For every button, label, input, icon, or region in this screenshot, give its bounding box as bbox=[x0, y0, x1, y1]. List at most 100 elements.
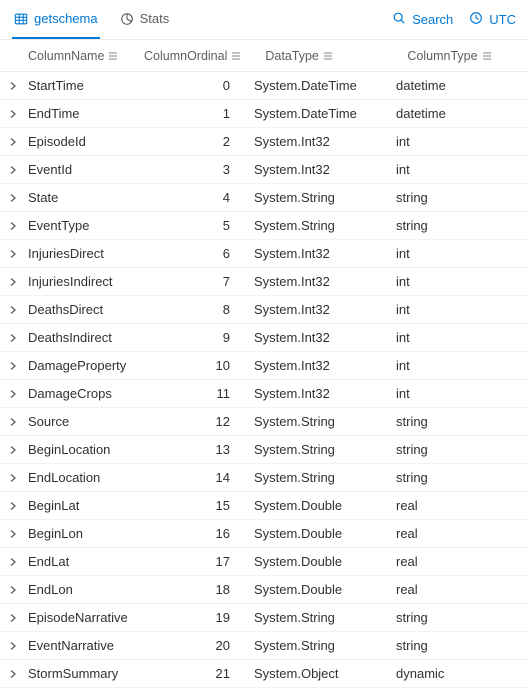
cell-datatype: System.Double bbox=[252, 498, 394, 513]
cell-datatype: System.String bbox=[252, 470, 394, 485]
cell-columnname: DamageCrops bbox=[26, 386, 142, 401]
tab-stats[interactable]: Stats bbox=[118, 0, 172, 39]
table-row[interactable]: DamageCrops11System.Int32int bbox=[0, 380, 528, 408]
column-menu-icon bbox=[108, 51, 118, 61]
cell-columntype: dynamic bbox=[394, 666, 528, 681]
toolbar-right: Search UTC bbox=[392, 11, 516, 28]
expand-row-icon[interactable] bbox=[0, 585, 26, 595]
cell-datatype: System.Int32 bbox=[252, 386, 394, 401]
expand-row-icon[interactable] bbox=[0, 137, 26, 147]
search-action[interactable]: Search bbox=[392, 11, 453, 28]
table-row[interactable]: EventNarrative20System.Stringstring bbox=[0, 632, 528, 660]
cell-datatype: System.String bbox=[252, 610, 394, 625]
cell-columnname: EndTime bbox=[26, 106, 142, 121]
expand-row-icon[interactable] bbox=[0, 305, 26, 315]
cell-columntype: string bbox=[394, 218, 528, 233]
cell-datatype: System.Int32 bbox=[252, 134, 394, 149]
cell-datatype: System.String bbox=[252, 190, 394, 205]
cell-columntype: string bbox=[394, 190, 528, 205]
cell-columnordinal: 2 bbox=[142, 134, 252, 149]
cell-columnordinal: 8 bbox=[142, 302, 252, 317]
table-row[interactable]: BeginLat15System.Doublereal bbox=[0, 492, 528, 520]
table-header-row: ColumnName ColumnOrdinal DataType Column… bbox=[0, 40, 528, 72]
expand-row-icon[interactable] bbox=[0, 529, 26, 539]
expand-row-icon[interactable] bbox=[0, 641, 26, 651]
table-row[interactable]: EndTime1System.DateTimedatetime bbox=[0, 100, 528, 128]
cell-columntype: string bbox=[394, 638, 528, 653]
header-columnordinal-label: ColumnOrdinal bbox=[144, 49, 227, 63]
table-row[interactable]: BeginLon16System.Doublereal bbox=[0, 520, 528, 548]
cell-columnname: EventId bbox=[26, 162, 142, 177]
cell-columnname: State bbox=[26, 190, 142, 205]
cell-columntype: datetime bbox=[394, 106, 528, 121]
expand-row-icon[interactable] bbox=[0, 193, 26, 203]
header-columnname[interactable]: ColumnName bbox=[26, 49, 142, 63]
table-row[interactable]: EndLocation14System.Stringstring bbox=[0, 464, 528, 492]
cell-datatype: System.Int32 bbox=[252, 358, 394, 373]
cell-columnordinal: 12 bbox=[142, 414, 252, 429]
cell-columnname: BeginLocation bbox=[26, 442, 142, 457]
expand-row-icon[interactable] bbox=[0, 361, 26, 371]
expand-row-icon[interactable] bbox=[0, 165, 26, 175]
cell-columnordinal: 16 bbox=[142, 526, 252, 541]
search-label: Search bbox=[412, 12, 453, 27]
header-datatype[interactable]: DataType bbox=[263, 49, 405, 63]
table-row[interactable]: Source12System.Stringstring bbox=[0, 408, 528, 436]
table-row[interactable]: InjuriesIndirect7System.Int32int bbox=[0, 268, 528, 296]
expand-row-icon[interactable] bbox=[0, 277, 26, 287]
cell-columnname: BeginLon bbox=[26, 526, 142, 541]
expand-row-icon[interactable] bbox=[0, 417, 26, 427]
cell-columnordinal: 4 bbox=[142, 190, 252, 205]
cell-columntype: real bbox=[394, 554, 528, 569]
expand-row-icon[interactable] bbox=[0, 473, 26, 483]
expand-row-icon[interactable] bbox=[0, 613, 26, 623]
cell-columntype: real bbox=[394, 526, 528, 541]
expand-row-icon[interactable] bbox=[0, 81, 26, 91]
header-columnname-label: ColumnName bbox=[28, 49, 104, 63]
table-row[interactable]: EventType5System.Stringstring bbox=[0, 212, 528, 240]
cell-columnname: StormSummary bbox=[26, 666, 142, 681]
cell-datatype: System.Double bbox=[252, 554, 394, 569]
table-row[interactable]: EndLon18System.Doublereal bbox=[0, 576, 528, 604]
expand-row-icon[interactable] bbox=[0, 501, 26, 511]
expand-row-icon[interactable] bbox=[0, 557, 26, 567]
table-row[interactable]: BeginLocation13System.Stringstring bbox=[0, 436, 528, 464]
expand-row-icon[interactable] bbox=[0, 669, 26, 679]
header-columntype[interactable]: ColumnType bbox=[405, 49, 528, 63]
cell-columnname: EventNarrative bbox=[26, 638, 142, 653]
cell-datatype: System.DateTime bbox=[252, 78, 394, 93]
cell-columnname: EpisodeNarrative bbox=[26, 610, 142, 625]
table-row[interactable]: DeathsIndirect9System.Int32int bbox=[0, 324, 528, 352]
expand-row-icon[interactable] bbox=[0, 333, 26, 343]
table-row[interactable]: EventId3System.Int32int bbox=[0, 156, 528, 184]
tab-getschema[interactable]: getschema bbox=[12, 0, 100, 39]
table-row[interactable]: EpisodeNarrative19System.Stringstring bbox=[0, 604, 528, 632]
expand-row-icon[interactable] bbox=[0, 249, 26, 259]
cell-columntype: datetime bbox=[394, 78, 528, 93]
table-row[interactable]: EndLat17System.Doublereal bbox=[0, 548, 528, 576]
header-columnordinal[interactable]: ColumnOrdinal bbox=[142, 49, 245, 63]
table-row[interactable]: State4System.Stringstring bbox=[0, 184, 528, 212]
table-row[interactable]: DeathsDirect8System.Int32int bbox=[0, 296, 528, 324]
cell-columntype: int bbox=[394, 274, 528, 289]
table-row[interactable]: InjuriesDirect6System.Int32int bbox=[0, 240, 528, 268]
timezone-action[interactable]: UTC bbox=[469, 11, 516, 28]
table-row[interactable]: StartTime0System.DateTimedatetime bbox=[0, 72, 528, 100]
cell-columntype: int bbox=[394, 302, 528, 317]
table-row[interactable]: DamageProperty10System.Int32int bbox=[0, 352, 528, 380]
table-row[interactable]: StormSummary21System.Objectdynamic bbox=[0, 660, 528, 688]
cell-columntype: int bbox=[394, 358, 528, 373]
cell-columnname: DeathsDirect bbox=[26, 302, 142, 317]
cell-datatype: System.String bbox=[252, 638, 394, 653]
header-datatype-label: DataType bbox=[265, 49, 319, 63]
cell-columntype: int bbox=[394, 162, 528, 177]
expand-row-icon[interactable] bbox=[0, 445, 26, 455]
expand-row-icon[interactable] bbox=[0, 389, 26, 399]
expand-row-icon[interactable] bbox=[0, 221, 26, 231]
cell-columnname: DamageProperty bbox=[26, 358, 142, 373]
expand-row-icon[interactable] bbox=[0, 109, 26, 119]
cell-columnordinal: 14 bbox=[142, 470, 252, 485]
table-row[interactable]: EpisodeId2System.Int32int bbox=[0, 128, 528, 156]
column-menu-icon bbox=[323, 51, 333, 61]
result-tabs-bar: getschema Stats Search bbox=[0, 0, 528, 40]
